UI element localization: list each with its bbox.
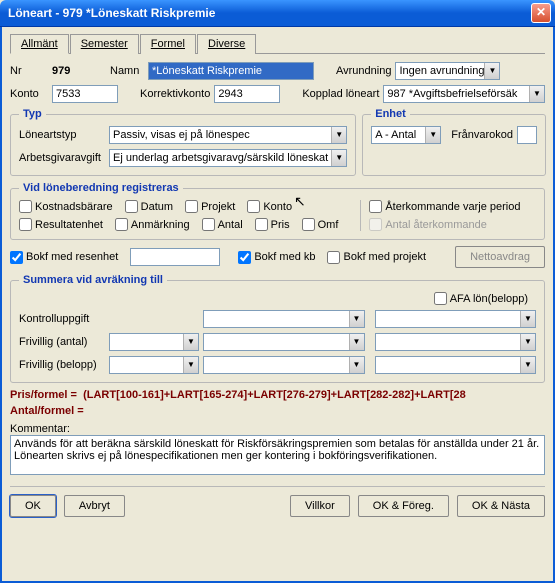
chevron-down-icon[interactable]: ▼: [484, 63, 499, 79]
chevron-down-icon[interactable]: ▼: [520, 357, 535, 373]
villkor-button[interactable]: Villkor: [290, 495, 350, 517]
button-bar: OK Avbryt Villkor OK & Föreg. OK & Nästa: [10, 486, 545, 517]
typ-group: Typ Löneartstyp Passiv, visas ej på löne…: [10, 108, 356, 176]
avrundning-label: Avrundning: [336, 65, 391, 77]
tab-semester[interactable]: Semester: [70, 34, 139, 54]
cb-resultatenhet[interactable]: Resultatenhet: [19, 218, 103, 231]
korrektivkonto-input[interactable]: [214, 85, 280, 103]
loneartstyp-label: Löneartstyp: [19, 129, 105, 141]
chevron-down-icon[interactable]: ▼: [183, 357, 198, 373]
enhet-select[interactable]: A - Antal ▼: [371, 126, 441, 144]
cb-bokf-projekt[interactable]: Bokf med projekt: [327, 251, 426, 264]
cb-antal[interactable]: Antal: [202, 218, 243, 231]
frivillig-antal-select-c[interactable]: ▼: [375, 333, 537, 351]
namn-input[interactable]: [148, 62, 314, 80]
frivillig-belopp-select-c[interactable]: ▼: [375, 356, 537, 374]
window-title: Löneart - 979 *Löneskatt Riskpremie: [8, 6, 531, 20]
kommentar-textarea[interactable]: [10, 435, 545, 475]
title-bar: Löneart - 979 *Löneskatt Riskpremie ✕: [0, 0, 555, 27]
korrektivkonto-label: Korrektivkonto: [140, 88, 210, 100]
tab-diverse[interactable]: Diverse: [197, 34, 256, 54]
chevron-down-icon[interactable]: ▼: [520, 334, 535, 350]
nr-value: 979: [52, 65, 86, 77]
avbryt-button[interactable]: Avbryt: [64, 495, 125, 517]
chevron-down-icon[interactable]: ▼: [349, 311, 364, 327]
vidreg-group: Vid löneberedning registreras Kostnadsbä…: [10, 182, 545, 240]
tab-allmant[interactable]: Allmänt: [10, 34, 69, 54]
cb-bokf-resenhet[interactable]: Bokf med resenhet: [10, 251, 118, 264]
tab-strip: Allmänt Semester Formel Diverse: [10, 33, 545, 54]
frivillig-antal-select-a[interactable]: ▼: [109, 333, 199, 351]
chevron-down-icon[interactable]: ▼: [520, 311, 535, 327]
ok-nasta-button[interactable]: OK & Nästa: [457, 495, 545, 517]
antal-formel: Antal/formel =: [10, 405, 545, 417]
nr-label: Nr: [10, 65, 48, 77]
namn-label: Namn: [110, 65, 144, 77]
ok-foreg-button[interactable]: OK & Föreg.: [358, 495, 449, 517]
cb-pris[interactable]: Pris: [255, 218, 290, 231]
cb-afa-lon[interactable]: AFA lön(belopp): [434, 292, 528, 305]
kontrolluppgift-select-1[interactable]: ▼: [203, 310, 365, 328]
summera-legend: Summera vid avräkning till: [19, 274, 167, 286]
nettoavdrag-button: Nettoavdrag: [455, 246, 545, 268]
vidreg-legend: Vid löneberedning registreras: [19, 182, 183, 194]
arbetsgivaravgift-select[interactable]: Ej underlag arbetsgivaravg/särskild löne…: [109, 149, 347, 167]
frivillig-antal-select-b[interactable]: ▼: [203, 333, 365, 351]
arbetsgivaravgift-label: Arbetsgivaravgift: [19, 152, 105, 164]
loneartstyp-select[interactable]: Passiv, visas ej på lönespec ▼: [109, 126, 347, 144]
kopplad-loneart-select[interactable]: 987 *Avgiftsbefrielseförsäk ▼: [383, 85, 545, 103]
kommentar-label: Kommentar:: [10, 423, 545, 435]
cb-bokf-kb[interactable]: Bokf med kb: [238, 251, 315, 264]
cb-antal-aterkommande: Antal återkommande: [369, 218, 487, 231]
chevron-down-icon[interactable]: ▼: [183, 334, 198, 350]
frivillig-belopp-label: Frivillig (belopp): [19, 359, 105, 371]
kopplad-loneart-label: Kopplad löneart: [302, 88, 379, 100]
chevron-down-icon[interactable]: ▼: [331, 127, 346, 143]
cb-anmarkning[interactable]: Anmärkning: [115, 218, 190, 231]
tab-formel[interactable]: Formel: [140, 34, 196, 54]
client-area: Allmänt Semester Formel Diverse Nr 979 N…: [0, 27, 555, 583]
franvarokod-input[interactable]: [517, 126, 537, 144]
summera-group: Summera vid avräkning till AFA lön(belop…: [10, 274, 545, 383]
chevron-down-icon[interactable]: ▼: [349, 357, 364, 373]
chevron-down-icon[interactable]: ▼: [331, 150, 346, 166]
enhet-group: Enhet A - Antal ▼ Frånvarokod: [362, 108, 546, 176]
cb-aterkommande[interactable]: Återkommande varje period: [369, 200, 520, 213]
close-button[interactable]: ✕: [531, 3, 551, 23]
kontrolluppgift-select-2[interactable]: ▼: [375, 310, 537, 328]
chevron-down-icon[interactable]: ▼: [425, 127, 440, 143]
typ-legend: Typ: [19, 108, 46, 120]
konto-label: Konto: [10, 88, 48, 100]
cb-konto[interactable]: Konto: [247, 200, 292, 213]
cb-kostnadsbarare[interactable]: Kostnadsbärare: [19, 200, 113, 213]
pris-formel: Pris/formel = (LART[100-161]+LART[165-27…: [10, 389, 545, 401]
konto-input[interactable]: [52, 85, 118, 103]
ok-button[interactable]: OK: [10, 495, 56, 517]
frivillig-belopp-select-a[interactable]: ▼: [109, 356, 199, 374]
chevron-down-icon[interactable]: ▼: [529, 86, 544, 102]
frivillig-antal-label: Frivillig (antal): [19, 336, 105, 348]
frivillig-belopp-select-b[interactable]: ▼: [203, 356, 365, 374]
cb-projekt[interactable]: Projekt: [185, 200, 235, 213]
avrundning-select[interactable]: Ingen avrundning ▼: [395, 62, 500, 80]
bokf-resenhet-input[interactable]: [130, 248, 220, 266]
cb-datum[interactable]: Datum: [125, 200, 173, 213]
franvarokod-label: Frånvarokod: [451, 129, 513, 141]
enhet-legend: Enhet: [371, 108, 410, 120]
kontrolluppgift-label: Kontrolluppgift: [19, 313, 105, 325]
cb-omf[interactable]: Omf: [302, 218, 339, 231]
chevron-down-icon[interactable]: ▼: [349, 334, 364, 350]
